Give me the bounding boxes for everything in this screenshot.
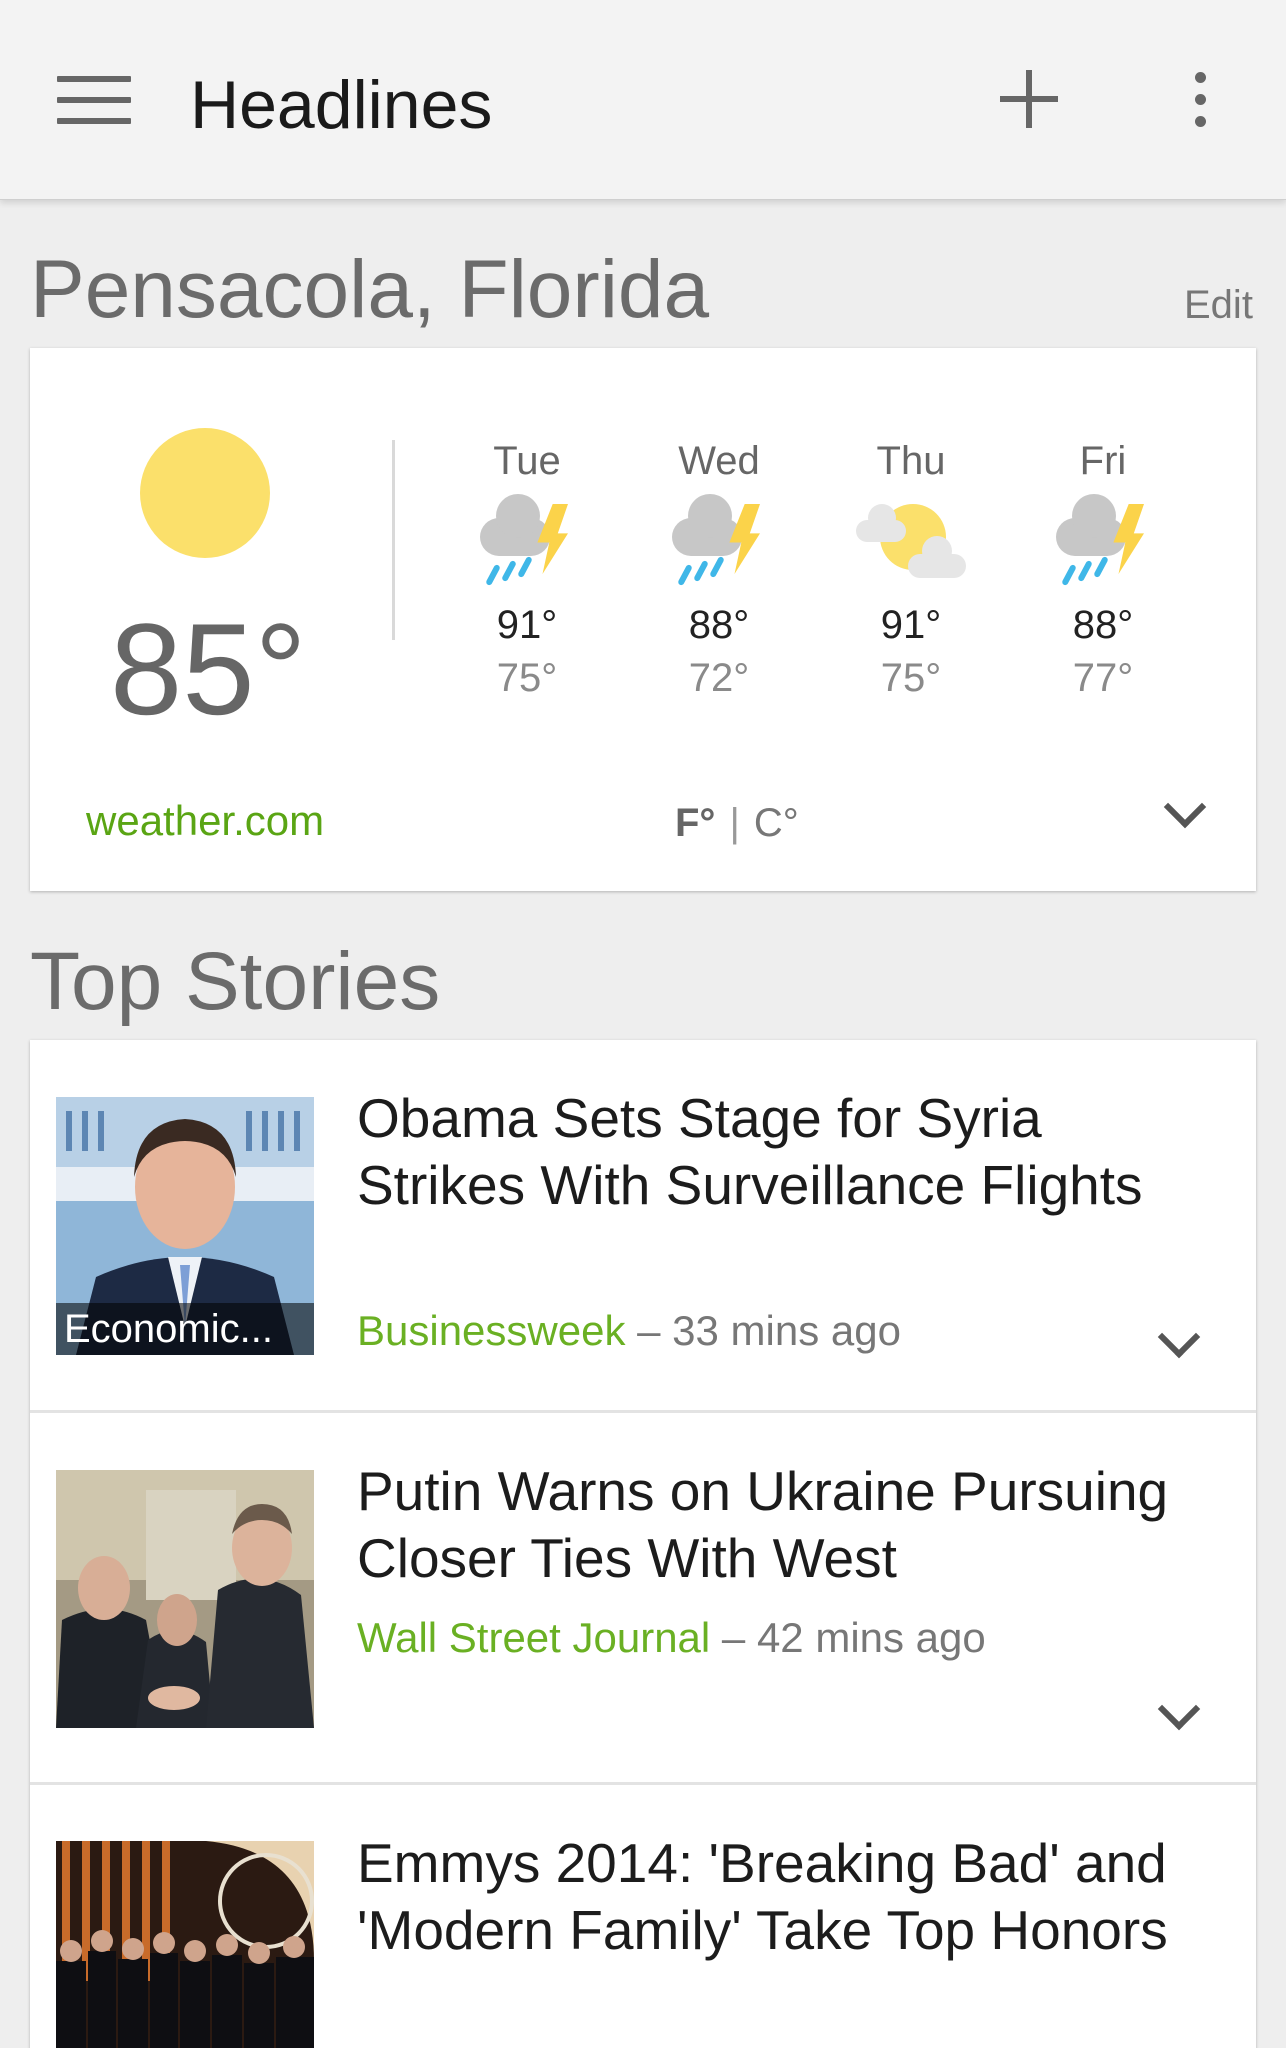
thumbnail-label: Economic... [56, 1303, 314, 1355]
story-age: – 42 mins ago [721, 1614, 986, 1661]
story-source[interactable]: Wall Street Journal [357, 1614, 710, 1661]
forecast-day-name: Wed [678, 439, 760, 483]
forecast-day: Fri 88° 77° [1028, 436, 1178, 706]
story-headline[interactable]: Obama Sets Stage for Syria Strikes With … [357, 1085, 1197, 1219]
celsius-toggle[interactable]: C° [754, 801, 799, 845]
forecast-day-name: Thu [876, 439, 946, 483]
forecast-low: 77° [1072, 656, 1134, 700]
thunderstorm-icon [472, 490, 582, 600]
story-image [56, 1470, 314, 1728]
app-bar: Headlines [0, 0, 1286, 200]
divider [392, 440, 395, 640]
plus-icon[interactable] [1000, 70, 1058, 128]
forecast-high: 91° [496, 603, 558, 647]
edit-location-button[interactable]: Edit [1184, 280, 1253, 330]
story-source[interactable]: Businessweek [357, 1307, 625, 1354]
story-image [56, 1841, 314, 2048]
hamburger-menu-icon[interactable] [57, 76, 131, 128]
page-title: Headlines [190, 67, 493, 143]
section-title: Top Stories [30, 936, 441, 1027]
divider [30, 1782, 1256, 1785]
temperature-unit-toggle: F° | C° [675, 798, 799, 848]
story-age: – 33 mins ago [637, 1307, 901, 1354]
forecast-high: 88° [1072, 603, 1134, 647]
story-headline[interactable]: Emmys 2014: 'Breaking Bad' and 'Modern F… [357, 1830, 1197, 1964]
fahrenheit-toggle[interactable]: F° [675, 801, 715, 845]
forecast-day-name: Tue [493, 439, 561, 483]
forecast-high: 88° [688, 603, 750, 647]
forecast-low: 72° [688, 656, 750, 700]
story-headline[interactable]: Putin Warns on Ukraine Pursuing Closer T… [357, 1458, 1197, 1592]
unit-separator: | [729, 801, 740, 845]
story-thumbnail[interactable] [56, 1470, 314, 1728]
thunderstorm-icon [1048, 490, 1158, 600]
chevron-down-icon[interactable] [1163, 785, 1207, 829]
story-thumbnail[interactable] [56, 1841, 314, 2048]
divider [30, 1410, 1256, 1413]
story-meta: Businessweek – 33 mins ago [357, 1306, 901, 1356]
forecast-low: 75° [880, 656, 942, 700]
forecast-day-name: Fri [1079, 439, 1127, 483]
forecast-high: 91° [880, 603, 942, 647]
thunderstorm-icon [664, 490, 774, 600]
weather-card[interactable]: 85° Tue 91° 75° Wed 88° 72° Thu 91° 75° … [30, 348, 1256, 891]
sunny-icon [140, 428, 270, 558]
overflow-dots-icon[interactable] [1188, 72, 1212, 128]
current-temperature: 85° [110, 596, 307, 742]
story-thumbnail[interactable]: Economic... [56, 1097, 314, 1355]
story-meta: Wall Street Journal – 42 mins ago [357, 1613, 986, 1663]
weather-source-link[interactable]: weather.com [86, 796, 324, 846]
partly-cloudy-icon [856, 490, 966, 600]
forecast-low: 75° [496, 656, 558, 700]
location-name: Pensacola, Florida [30, 244, 710, 335]
forecast-day: Tue 91° 75° [452, 436, 602, 706]
forecast-day: Wed 88° 72° [644, 436, 794, 706]
forecast-day: Thu 91° 75° [836, 436, 986, 706]
